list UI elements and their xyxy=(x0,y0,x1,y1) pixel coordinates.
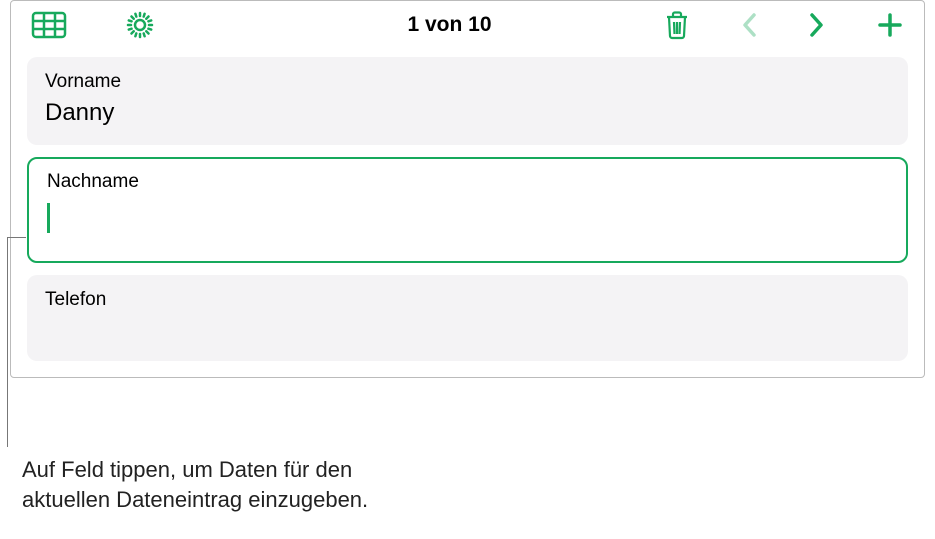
field-nachname[interactable]: Nachname xyxy=(27,157,908,263)
field-label: Nachname xyxy=(47,171,888,193)
table-view-icon[interactable] xyxy=(31,11,67,39)
callout-line-1: Auf Feld tippen, um Daten für den xyxy=(22,457,352,482)
fields-container: Vorname Danny Nachname Telefon xyxy=(11,49,924,377)
toolbar: 1 von 10 xyxy=(11,1,924,49)
gear-icon[interactable] xyxy=(125,10,155,40)
next-record-icon[interactable] xyxy=(808,11,826,39)
previous-record-icon xyxy=(740,11,758,39)
field-vorname[interactable]: Vorname Danny xyxy=(27,57,908,145)
form-window: 1 von 10 xyxy=(10,0,925,378)
text-cursor xyxy=(47,203,50,233)
callout-connector-tick xyxy=(7,237,26,238)
field-value: Danny xyxy=(45,99,890,127)
field-label: Vorname xyxy=(45,71,890,93)
field-label: Telefon xyxy=(45,289,890,311)
toolbar-right xyxy=(664,10,904,40)
field-telefon[interactable]: Telefon xyxy=(27,275,908,361)
record-counter: 1 von 10 xyxy=(163,13,656,37)
callout-connector-line xyxy=(7,237,8,447)
add-record-icon[interactable] xyxy=(876,11,904,39)
trash-icon[interactable] xyxy=(664,10,690,40)
toolbar-left xyxy=(31,10,155,40)
callout-line-2: aktuellen Dateneintrag einzugeben. xyxy=(22,487,368,512)
field-value xyxy=(47,199,888,240)
callout-text: Auf Feld tippen, um Daten für den aktuel… xyxy=(22,455,368,514)
